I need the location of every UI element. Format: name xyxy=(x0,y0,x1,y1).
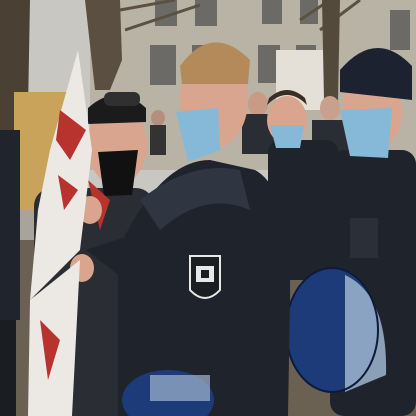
tree-trunk-right xyxy=(322,0,340,100)
photo-illustration xyxy=(0,0,416,416)
berlin-police-badge xyxy=(189,255,221,299)
photo-scene xyxy=(0,0,416,416)
